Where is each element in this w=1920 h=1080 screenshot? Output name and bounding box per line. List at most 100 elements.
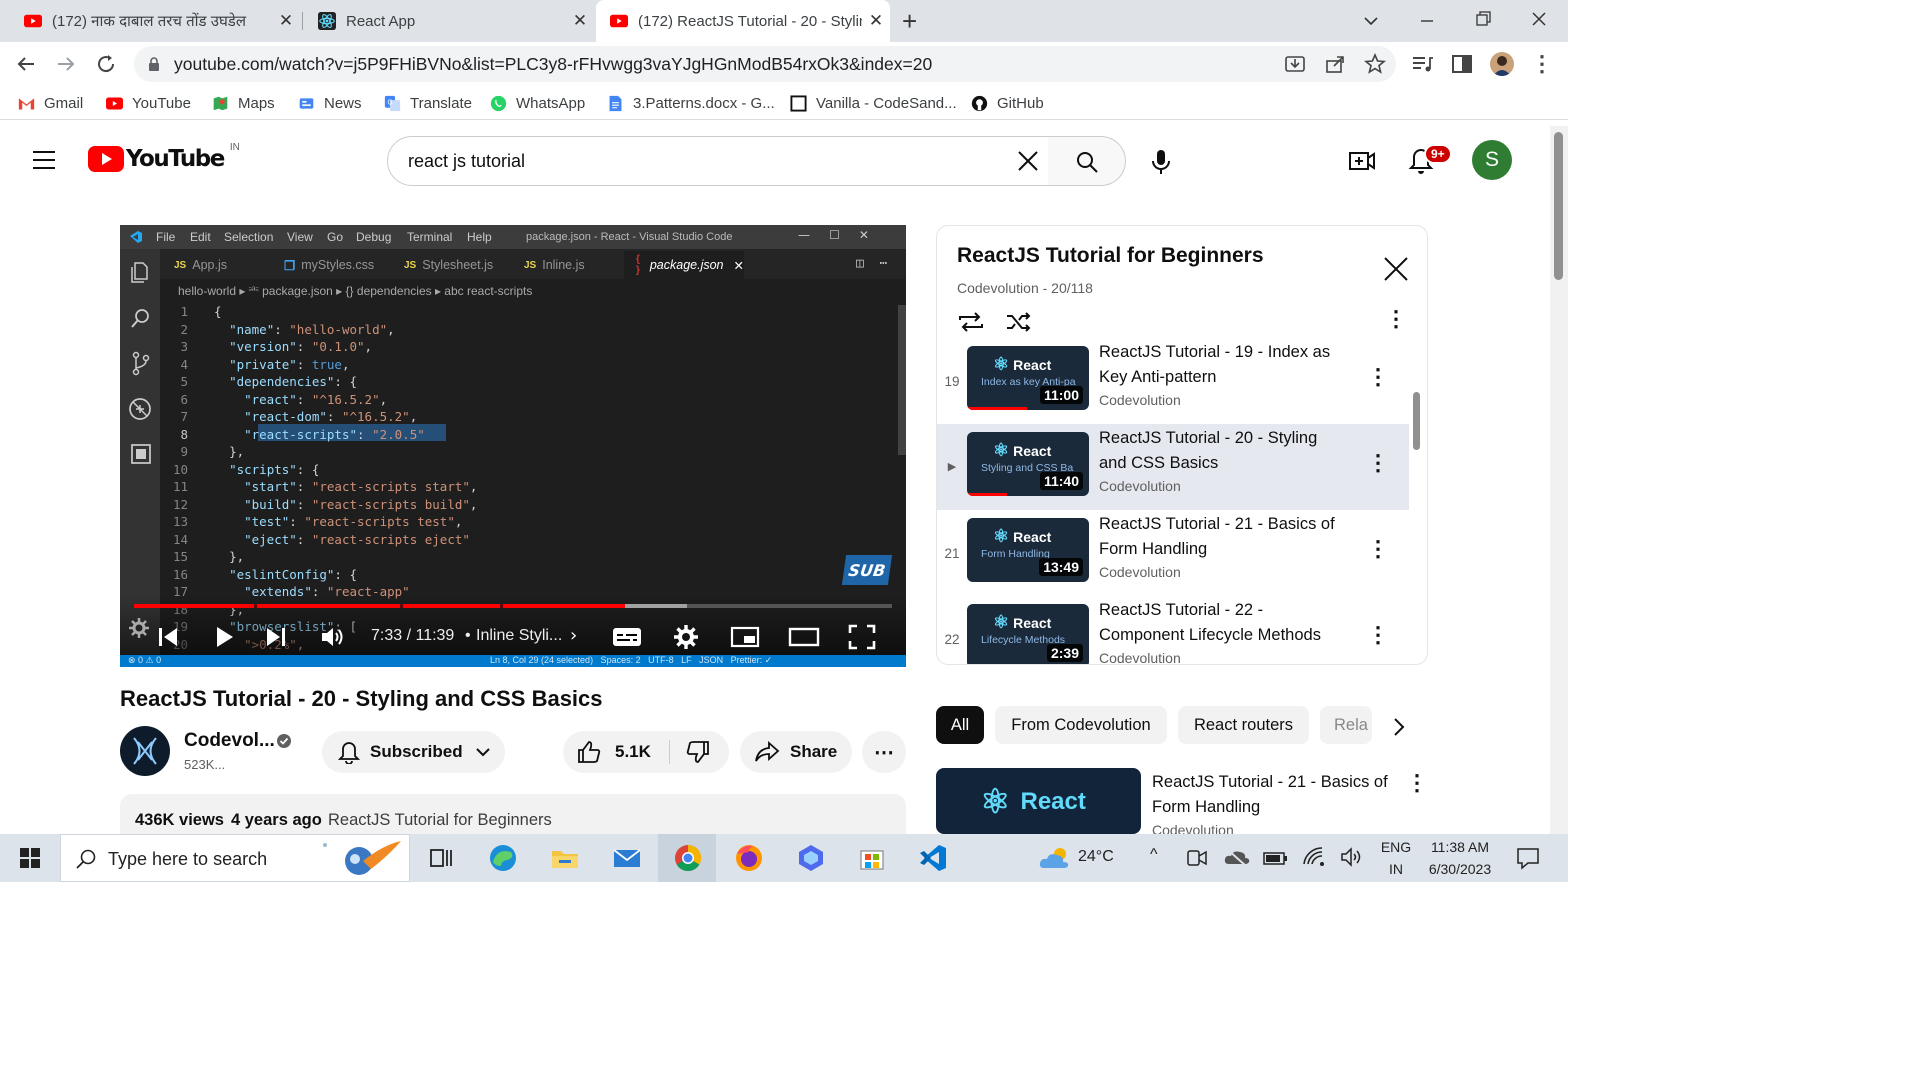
theater-mode-icon[interactable] [788,625,820,649]
close-tab-icon[interactable]: ✕ [272,11,300,31]
chip-from-codevolution[interactable]: From Codevolution [995,706,1167,744]
chip-related[interactable]: Rela [1320,706,1372,744]
shuffle-icon[interactable] [1005,310,1033,334]
settings-gear-icon[interactable] [673,624,699,650]
playlist-item-title[interactable]: ReactJS Tutorial - 19 - Index as Key Ant… [1099,340,1349,390]
bookmark-star-icon[interactable] [1364,53,1386,75]
search-button[interactable] [1048,136,1126,186]
item-menu-icon[interactable]: ⋮ [1367,364,1389,390]
description-playlist-link[interactable]: ReactJS Tutorial for Beginners [328,811,552,830]
video-thumbnail[interactable]: ⚛ React Index as key Anti-pa 11:00 [967,346,1089,410]
firefox-browser-icon[interactable] [733,842,765,874]
side-panel-icon[interactable] [1450,52,1474,76]
browser-tab-3-active[interactable]: (172) ReactJS Tutorial - 20 - Stylin ✕ [596,0,890,42]
browser-tab-2[interactable]: React App ✕ [304,0,594,42]
wifi-icon[interactable] [1302,846,1326,868]
search-input[interactable]: react js tutorial [408,151,525,172]
profile-avatar[interactable] [1490,52,1514,76]
install-app-icon[interactable] [1284,53,1306,75]
video-thumbnail[interactable]: ⚛ React Styling and CSS Ba 11:40 [967,432,1089,496]
window-close-icon[interactable] [1530,10,1548,28]
recommended-title[interactable]: ReactJS Tutorial - 21 - Basics of Form H… [1152,770,1402,820]
volume-icon[interactable] [320,625,348,649]
mail-icon[interactable] [611,842,643,874]
address-bar[interactable]: youtube.com/watch?v=j5P9FHiBVNo&list=PLC… [134,46,1396,82]
subscribed-button[interactable]: Subscribed [322,731,505,773]
vscode-taskbar-icon[interactable] [917,842,949,874]
video-thumbnail[interactable]: ⚛ React Lifecycle Methods 2:39 [967,604,1089,664]
subtitles-icon[interactable] [612,625,642,649]
onedrive-cloud-icon[interactable] [1224,846,1250,868]
page-scrollbar[interactable] [1550,126,1568,834]
bookmark-whatsapp[interactable]: WhatsApp [490,92,585,114]
bookmark-gmail[interactable]: Gmail [18,92,83,114]
item-menu-icon[interactable]: ⋮ [1367,536,1389,562]
back-arrow-icon[interactable] [14,52,38,76]
chevron-right-icon[interactable] [1390,716,1408,738]
chrome-menu-icon[interactable]: ⋮ [1530,51,1554,76]
language-indicator[interactable]: ENG IN [1380,839,1412,877]
bookmark-youtube[interactable]: YouTube [106,92,191,114]
playlist-item[interactable]: 22 ⚛ React Lifecycle Methods 2:39 ReactJS… [937,601,1409,664]
lock-icon[interactable] [146,56,162,72]
miniplayer-icon[interactable] [730,625,760,649]
weather-temperature[interactable]: 24°C [1078,848,1114,866]
subscribe-watermark-badge[interactable]: SUB [841,555,893,585]
bookmark-codesandbox[interactable]: Vanilla - CodeSand... [790,92,957,114]
share-page-icon[interactable] [1324,53,1346,75]
chapter-title[interactable]: Inline Styli... [476,627,562,645]
bookmark-news[interactable]: News [298,92,362,114]
taskbar-search-box[interactable]: Type here to search [60,834,410,882]
new-tab-button[interactable]: + [902,6,917,37]
more-actions-icon[interactable]: ⋯ [862,731,906,773]
speaker-volume-icon[interactable] [1340,846,1366,868]
recommended-menu-icon[interactable]: ⋮ [1406,770,1428,796]
chip-react-routers[interactable]: React routers [1178,706,1309,744]
playlist-scrollbar[interactable] [1413,392,1420,450]
play-icon[interactable] [212,625,236,649]
playlist-menu-icon[interactable]: ⋮ [1385,306,1407,332]
minimize-icon[interactable] [1418,12,1436,30]
page-scroll-thumb[interactable] [1554,132,1563,280]
create-video-icon[interactable] [1348,148,1376,174]
chrome-browser-icon[interactable] [672,842,704,874]
playlist-item[interactable]: 21 ⚛ React Form Handling 13:49 ReactJS Tu… [937,515,1409,604]
file-explorer-icon[interactable] [549,842,581,874]
share-button[interactable]: Share [740,731,852,773]
chapter-chevron-icon[interactable]: › [570,625,577,646]
task-view-icon[interactable] [425,842,457,874]
recommended-thumbnail[interactable]: ⚛ React [936,768,1141,834]
restore-icon[interactable] [1474,10,1492,28]
progress-track[interactable] [134,604,892,608]
item-menu-icon[interactable]: ⋮ [1367,622,1389,648]
loop-playlist-icon[interactable] [957,310,985,334]
account-avatar[interactable]: S [1472,140,1512,180]
hamburger-menu-icon[interactable] [32,150,56,170]
fullscreen-icon[interactable] [848,624,876,650]
close-tab-icon[interactable]: ✕ [566,11,594,31]
channel-avatar[interactable] [120,726,170,776]
bookmark-github[interactable]: GitHub [971,92,1044,114]
playlist-item[interactable]: 19 ⚛ React Index as key Anti-pa 11:00 Rea… [937,343,1409,432]
clear-search-icon[interactable] [1016,149,1040,173]
item-menu-icon[interactable]: ⋮ [1367,450,1389,476]
like-thumb-icon[interactable] [577,740,603,764]
playlist-item-current[interactable]: ▶ ⚛ React Styling and CSS Ba 11:40 ReactJ… [937,429,1409,518]
bookmark-maps[interactable]: Maps [212,92,275,114]
meet-now-icon[interactable] [1186,848,1208,868]
video-thumbnail[interactable]: ⚛ React Form Handling 13:49 [967,518,1089,582]
chip-all[interactable]: All [936,706,984,744]
video-player[interactable]: File Edit Selection View Go Debug Termin… [120,225,906,667]
bookmark-docs[interactable]: 3.Patterns.docx - G... [607,92,775,114]
media-queue-icon[interactable] [1410,52,1434,76]
show-hidden-icons-chevron-icon[interactable]: ^ [1150,846,1158,864]
battery-icon[interactable] [1262,848,1288,868]
close-playlist-icon[interactable] [1383,256,1409,282]
copilot-app-icon[interactable] [795,842,827,874]
browser-tab-1[interactable]: (172) नाक दाबाल तरच तोंड उघडेल ✕ [10,0,300,42]
playlist-item-title[interactable]: ReactJS Tutorial - 21 - Basics of Form H… [1099,512,1349,562]
next-video-icon[interactable] [264,625,288,649]
microsoft-store-icon[interactable] [856,842,888,874]
dislike-thumb-icon[interactable] [684,740,710,764]
forward-arrow-icon[interactable] [54,52,78,76]
